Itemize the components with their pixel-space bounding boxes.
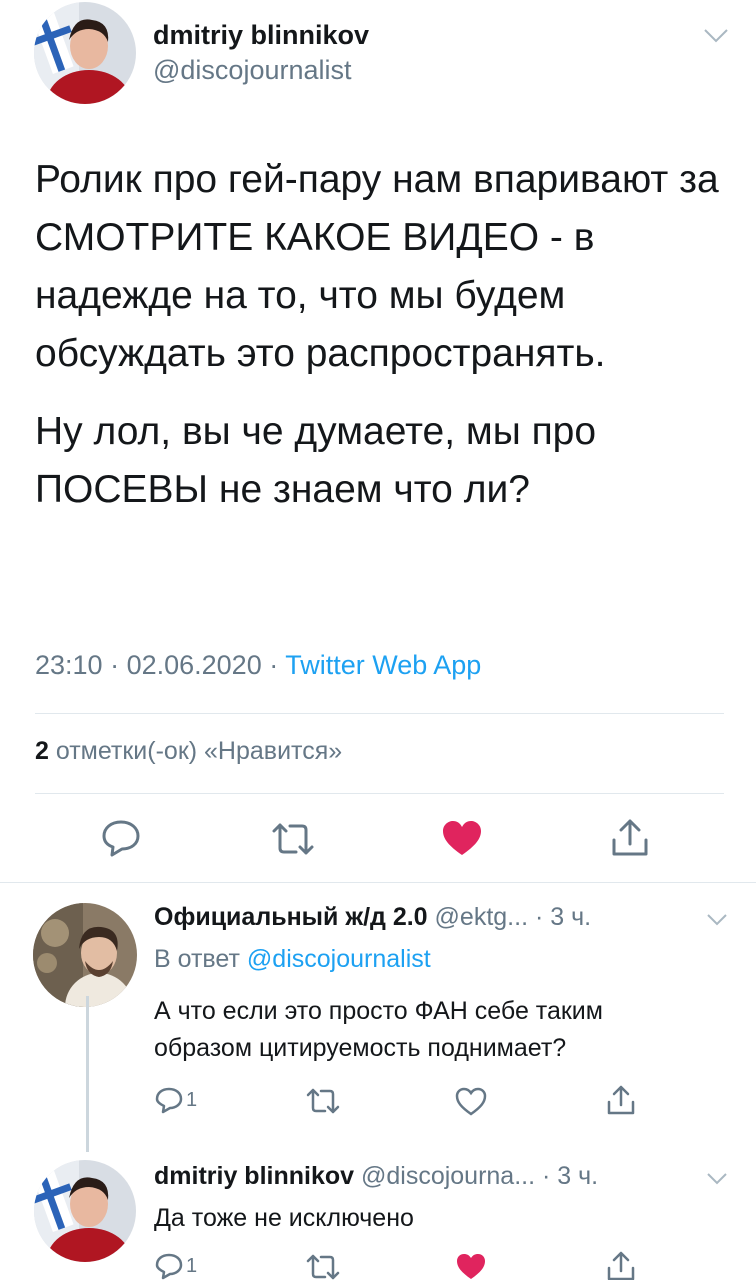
heart-icon: [457, 1254, 485, 1279]
reply-author-name[interactable]: dmitriy blinnikov: [154, 1162, 354, 1190]
share-button[interactable]: [606, 1084, 636, 1116]
avatar-main-author[interactable]: [34, 2, 136, 104]
reply-text-line: А что если это просто ФАН себе таким: [154, 997, 603, 1025]
main-author-handle[interactable]: @discojournalist: [153, 55, 352, 86]
replying-to: В ответ @discojournalist: [154, 945, 431, 974]
share-button[interactable]: [611, 818, 649, 858]
reply-author-handle[interactable]: @ektg...: [428, 903, 528, 931]
reply-header: dmitriy blinnikov @discojourna... · 3 ч.: [154, 1162, 598, 1191]
reply-button[interactable]: 1: [154, 1086, 197, 1114]
tweet-source-link[interactable]: Twitter Web App: [285, 650, 481, 680]
main-tweet-text: Ролик про гей-пару нам впаривают за СМОТ…: [35, 151, 725, 519]
divider: [35, 713, 724, 714]
reply-count: 1: [186, 1088, 198, 1111]
reply-count: 1: [186, 1254, 198, 1277]
chevron-down-icon[interactable]: [706, 913, 728, 932]
replying-prefix: В ответ: [154, 945, 247, 973]
retweet-arrows-icon: [272, 823, 314, 855]
reply-button[interactable]: 1: [154, 1252, 197, 1280]
reply-header: Официальный ж/д 2.0 @ektg... · 3 ч.: [154, 903, 591, 932]
tweet-paragraph: Ну лол, вы че думаете, мы про ПОСЕВЫ не …: [35, 410, 597, 511]
avatar-reply-author[interactable]: [33, 903, 137, 1007]
reply-text: А что если это просто ФАН себе таким обр…: [154, 993, 603, 1067]
like-button[interactable]: [441, 819, 483, 857]
speech-bubble-icon: [155, 1253, 183, 1280]
meta-separator: ·: [102, 650, 127, 680]
retweet-button[interactable]: [305, 1088, 341, 1114]
tweet-time: 23:10: [35, 650, 103, 680]
likes-count: 2: [35, 737, 49, 765]
reply-button[interactable]: [100, 818, 142, 858]
speech-bubble-icon: [102, 820, 140, 857]
share-upload-icon: [607, 1085, 635, 1115]
reply-author-name[interactable]: Официальный ж/д 2.0: [154, 903, 428, 931]
retweet-button[interactable]: [270, 822, 316, 856]
reply-text: Да тоже не исключено: [154, 1200, 414, 1237]
replying-to-link[interactable]: @discojournalist: [247, 945, 431, 973]
tweet-paragraph: Ролик про гей-пару нам впаривают за СМОТ…: [35, 158, 719, 375]
retweet-button[interactable]: [305, 1254, 341, 1280]
main-author-name[interactable]: dmitriy blinnikov: [153, 20, 369, 51]
divider: [0, 882, 756, 883]
likes-summary[interactable]: 2 отметки(-ок) «Нравится»: [35, 737, 342, 766]
share-upload-icon: [607, 1251, 635, 1280]
chevron-down-icon[interactable]: [706, 1172, 728, 1191]
reply-time: · 3 ч.: [528, 903, 592, 931]
likes-label: отметки(-ок) «Нравится»: [48, 737, 343, 765]
heart-icon: [455, 1087, 487, 1116]
reply-text-line: образом цитируемость поднимает?: [154, 1034, 567, 1062]
like-button[interactable]: [455, 1087, 487, 1116]
share-button[interactable]: [606, 1250, 636, 1280]
speech-bubble-icon: [155, 1087, 183, 1114]
retweet-arrows-icon: [306, 1088, 340, 1114]
reply-author-handle[interactable]: @discojourna...: [354, 1162, 535, 1190]
chevron-down-icon[interactable]: [703, 28, 729, 49]
thread-connector: [86, 996, 89, 1152]
heart-icon: [443, 821, 481, 855]
reply-time: · 3 ч.: [535, 1162, 599, 1190]
tweet-meta: 23:10 · 02.06.2020 · Twitter Web App: [35, 650, 481, 681]
retweet-arrows-icon: [306, 1254, 340, 1280]
reply-text-line: Да тоже не исключено: [154, 1204, 414, 1232]
share-upload-icon: [612, 819, 648, 856]
meta-separator: ·: [261, 650, 286, 680]
tweet-date: 02.06.2020: [126, 650, 262, 680]
divider: [35, 793, 724, 794]
like-button[interactable]: [455, 1252, 487, 1280]
avatar-reply-author[interactable]: [34, 1160, 136, 1262]
